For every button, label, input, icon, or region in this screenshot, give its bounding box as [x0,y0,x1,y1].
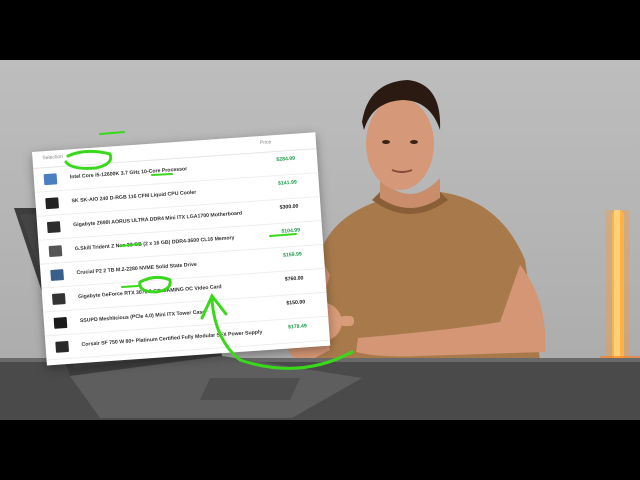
annotation-circle-psu [138,275,172,294]
annotation-circle-cooler [64,149,113,170]
annotation-underline-price [269,233,297,237]
annotation-overlay [64,131,354,370]
annotation-underline-ddr4 [151,173,173,176]
annotation-underline-80 [121,285,139,288]
studio-scene: Selection Price Intel Core i5-12600K 3.7… [0,60,640,420]
annotation-underline-rtx [119,243,141,247]
annotation-underline-i5 [99,131,125,135]
video-frame: Selection Price Intel Core i5-12600K 3.7… [0,0,640,480]
annotation-arrow [210,298,354,370]
